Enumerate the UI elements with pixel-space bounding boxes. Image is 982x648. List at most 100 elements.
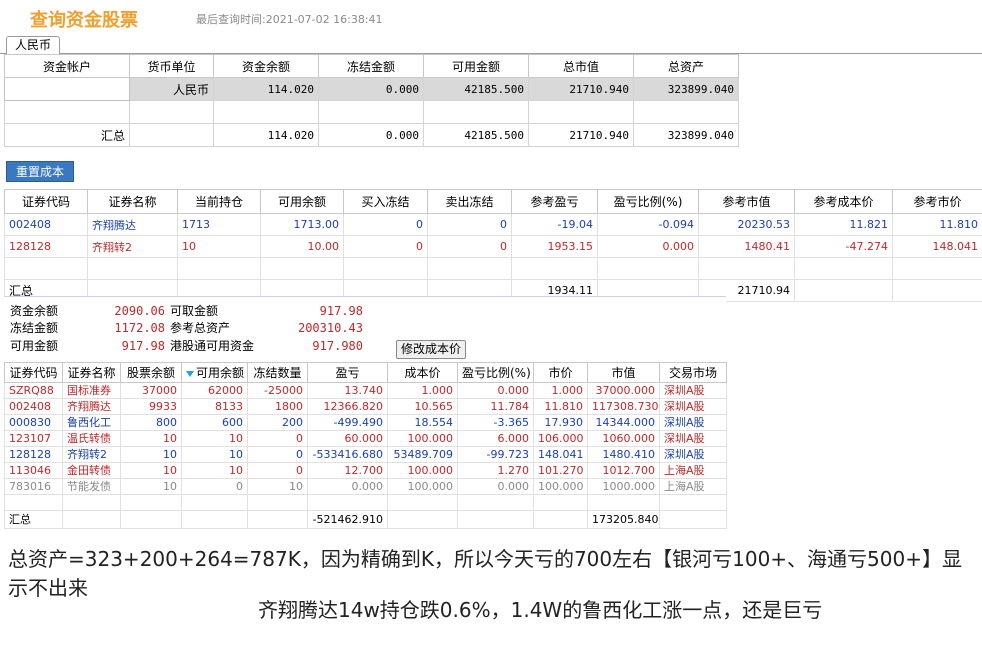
summary-balance: 114.020	[213, 123, 319, 147]
table-row[interactable]: 128128 齐翔转2 10 10 0 -533416.680 53489.709 -99.7…	[4, 446, 727, 463]
cell-value: 14344.000	[587, 414, 660, 431]
cell-code: 000830	[4, 414, 63, 431]
col-available[interactable]: 可用余额	[260, 189, 344, 214]
col-ref-market-price[interactable]: 参考市价	[892, 189, 982, 214]
cell-available: 8133	[181, 398, 248, 415]
currency-cell: 人民币	[129, 77, 214, 101]
col-total-assets[interactable]: 总资产	[633, 54, 739, 78]
cell-pnl: 12.700	[307, 462, 388, 479]
cell-name: 齐翔腾达	[62, 398, 121, 415]
col-market-value[interactable]: 总市值	[528, 54, 634, 78]
cell-available: 62000	[181, 382, 248, 399]
reset-cost-button[interactable]: 重置成本	[6, 161, 75, 182]
cell-market: 深圳A股	[659, 430, 727, 447]
cell-sell-frozen: 0	[427, 235, 512, 258]
col-ref-pnl[interactable]: 参考盈亏	[511, 189, 598, 214]
ref-total-value: 200310.43	[297, 321, 363, 335]
cell-value: 1480.410	[587, 446, 660, 463]
note-line-2: 齐翔腾达14w持仓跌0.6%，1.4W的鲁西化工涨一点，还是巨亏	[258, 598, 823, 622]
cell-market-value: 1480.41	[698, 235, 795, 258]
cell-pct: -99.723	[457, 446, 534, 463]
cell-pnl: 1953.15	[511, 235, 598, 258]
col-balance[interactable]: 资金余额	[213, 54, 319, 78]
currency-tab-strip: 人民币	[0, 34, 982, 55]
col-value[interactable]: 市值	[587, 362, 660, 383]
col-market[interactable]: 交易市场	[659, 362, 727, 383]
cell-price: 1.000	[533, 382, 588, 399]
cell-cost: 100.000	[387, 430, 458, 447]
cell-cost: 100.000	[387, 478, 458, 495]
col-shares[interactable]: 股票余额	[120, 362, 182, 383]
tab-rmb[interactable]: 人民币	[6, 36, 61, 55]
col-sell-frozen[interactable]: 卖出冻结	[427, 189, 512, 214]
cell-available: 10	[181, 430, 248, 447]
funds-row[interactable]: 人民币 114.020 0.000 42185.500 21710.940 32…	[4, 77, 739, 101]
col-name[interactable]: 证券名称	[62, 362, 121, 383]
col-available[interactable]: 可用金额	[423, 54, 529, 78]
withdrawable-value: 917.98	[319, 304, 363, 318]
cell-price: 106.000	[533, 430, 588, 447]
hk-connect-value: 917.980	[312, 339, 363, 353]
cell-pct: 6.000	[457, 430, 534, 447]
cell-value: 117308.730	[587, 398, 660, 415]
cell-name: 齐翔转2	[62, 446, 121, 463]
cell-code: 123107	[4, 430, 63, 447]
cell-available: 10	[181, 462, 248, 479]
col-cost[interactable]: 成本价	[387, 362, 458, 383]
cell-code: 128128	[4, 235, 88, 258]
table-row[interactable]: 000830 鲁西化工 800 600 200 -499.490 18.554 -3.365 1…	[4, 414, 727, 431]
cell-pnl-pct: 0.000	[597, 235, 699, 258]
table-row[interactable]: SZRQ88 国标准券 37000 62000 -25000 13.740 1.000 0.0…	[4, 382, 727, 399]
cell-name: 齐翔腾达	[87, 213, 178, 236]
table-row[interactable]: 783016 节能发债 10 0 10 0.000 100.000 0.000 100.000 1…	[4, 478, 727, 495]
summary-label: 汇总	[4, 510, 63, 529]
summary-pnl: -521462.910	[307, 510, 388, 529]
table-row[interactable]: 123107 温氏转债 10 10 0 60.000 100.000 6.000 106.000…	[4, 430, 727, 447]
frozen-label: 冻结金额	[10, 321, 59, 335]
cell-frozen: 0	[247, 462, 308, 479]
col-pnl[interactable]: 盈亏	[307, 362, 388, 383]
frozen-cell: 0.000	[318, 77, 424, 101]
positions-table: 证券代码 证券名称 当前持仓 可用余额 买入冻结 卖出冻结 参考盈亏 盈亏比例(…	[4, 189, 982, 302]
col-ref-market-value[interactable]: 参考市值	[698, 189, 795, 214]
col-price[interactable]: 市价	[533, 362, 588, 383]
col-code[interactable]: 证券代码	[4, 189, 88, 214]
col-ref-cost-price[interactable]: 参考成本价	[794, 189, 893, 214]
col-frozen[interactable]: 冻结金额	[318, 54, 424, 78]
col-pnl-pct[interactable]: 盈亏比例(%)	[597, 189, 699, 214]
cell-frozen: 0	[247, 430, 308, 447]
edit-cost-button[interactable]: 修改成本价	[396, 340, 467, 359]
cell-price: 100.000	[533, 478, 588, 495]
cell-available: 10.00	[260, 235, 344, 258]
summary-value: 173205.840	[587, 510, 660, 529]
table-row[interactable]: 113046 金田转债 10 10 0 12.700 100.000 1.270 101.270…	[4, 462, 727, 479]
withdrawable-label: 可取金额	[170, 304, 219, 318]
col-code[interactable]: 证券代码	[4, 362, 63, 383]
cell-pnl: 13.740	[307, 382, 388, 399]
cell-price: 11.810	[533, 398, 588, 415]
cell-name: 节能发债	[62, 478, 121, 495]
holdings-empty-row	[4, 494, 727, 511]
col-available[interactable]: 可用余额	[181, 362, 248, 383]
cell-code: SZRQ88	[4, 382, 63, 399]
col-holding[interactable]: 当前持仓	[177, 189, 261, 214]
cell-cost-price: -47.274	[794, 235, 893, 258]
table-row[interactable]: 002408 齐翔腾达 9933 8133 1800 12366.820 10.565 11.…	[4, 398, 727, 415]
cell-available: 0	[181, 478, 248, 495]
cell-holding: 1713	[177, 213, 261, 236]
cell-pnl-pct: -0.094	[597, 213, 699, 236]
col-frozen[interactable]: 冻结数量	[247, 362, 308, 383]
cell-pnl: 0.000	[307, 478, 388, 495]
table-row[interactable]: 002408 齐翔腾达 1713 1713.00 0 0 -19.04 -0.0…	[4, 213, 982, 236]
col-pct[interactable]: 盈亏比例(%)	[457, 362, 534, 383]
col-account[interactable]: 资金帐户	[4, 54, 130, 78]
col-buy-frozen[interactable]: 买入冻结	[343, 189, 428, 214]
page-title: 查询资金股票	[30, 10, 138, 31]
cell-code: 113046	[4, 462, 63, 479]
col-currency[interactable]: 货币单位	[129, 54, 214, 78]
summary-available: 42185.500	[423, 123, 529, 147]
table-row[interactable]: 128128 齐翔转2 10 10.00 0 0 1953.15 0.000 1…	[4, 235, 982, 258]
col-name[interactable]: 证券名称	[87, 189, 178, 214]
cell-cost: 18.554	[387, 414, 458, 431]
cell-value: 37000.000	[587, 382, 660, 399]
